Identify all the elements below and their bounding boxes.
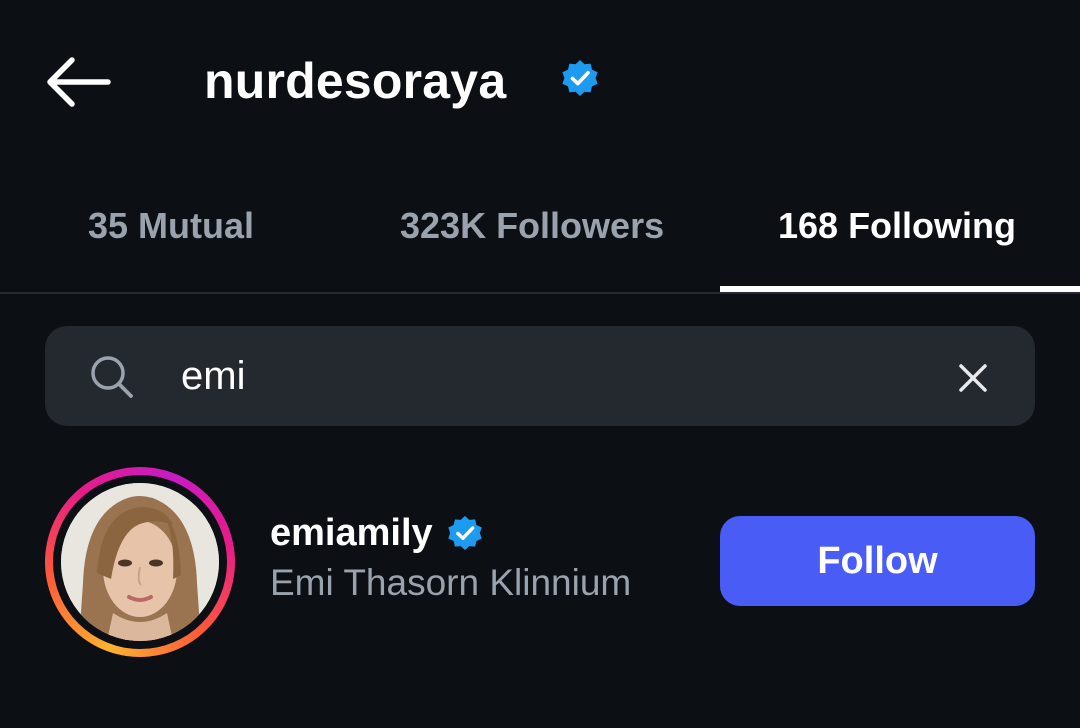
verified-badge-icon (448, 515, 482, 551)
search-bar (45, 326, 1035, 426)
clear-search-button[interactable] (953, 358, 993, 398)
tabs-divider (0, 292, 1080, 294)
profile-photo (61, 483, 219, 641)
back-button[interactable] (44, 54, 114, 110)
header: nurdesoraya (0, 0, 1080, 165)
close-icon (959, 364, 987, 392)
tab-mutual[interactable]: 35 Mutual (88, 201, 254, 251)
tab-bar: 35 Mutual 323K Followers 168 Following (0, 165, 1080, 293)
arrow-left-icon (47, 57, 111, 107)
follow-button[interactable]: Follow (720, 516, 1035, 606)
story-ring[interactable] (45, 467, 235, 657)
search-input[interactable] (181, 348, 941, 404)
result-full-name: Emi Thasorn Klinnium (270, 562, 632, 603)
avatar (61, 483, 219, 641)
list-item[interactable]: emiamily Emi Thasorn Klinnium Follow (0, 460, 1080, 660)
page-title: nurdesoraya (204, 53, 507, 109)
verified-badge-icon (562, 60, 598, 96)
tab-followers[interactable]: 323K Followers (400, 201, 664, 251)
search-icon (91, 356, 133, 398)
tab-following[interactable]: 168 Following (778, 201, 1016, 251)
result-username[interactable]: emiamily (270, 510, 433, 556)
